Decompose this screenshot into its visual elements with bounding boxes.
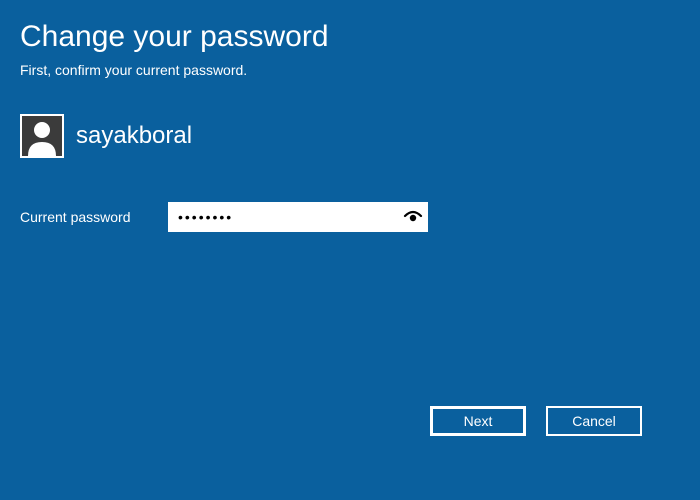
cancel-button[interactable]: Cancel: [546, 406, 642, 436]
next-button[interactable]: Next: [430, 406, 526, 436]
eye-icon: [403, 210, 423, 224]
current-password-input-wrap: [168, 202, 428, 232]
current-password-label: Current password: [20, 209, 140, 225]
user-avatar-icon: [22, 116, 62, 156]
avatar: [20, 114, 64, 158]
current-password-row: Current password: [20, 202, 680, 232]
password-reveal-button[interactable]: [398, 202, 428, 232]
user-info: sayakboral: [20, 114, 680, 158]
page-subtitle: First, confirm your current password.: [20, 62, 680, 78]
current-password-input[interactable]: [168, 202, 398, 232]
action-buttons: Next Cancel: [430, 406, 642, 436]
page-title: Change your password: [20, 20, 680, 54]
username-label: sayakboral: [76, 122, 192, 150]
